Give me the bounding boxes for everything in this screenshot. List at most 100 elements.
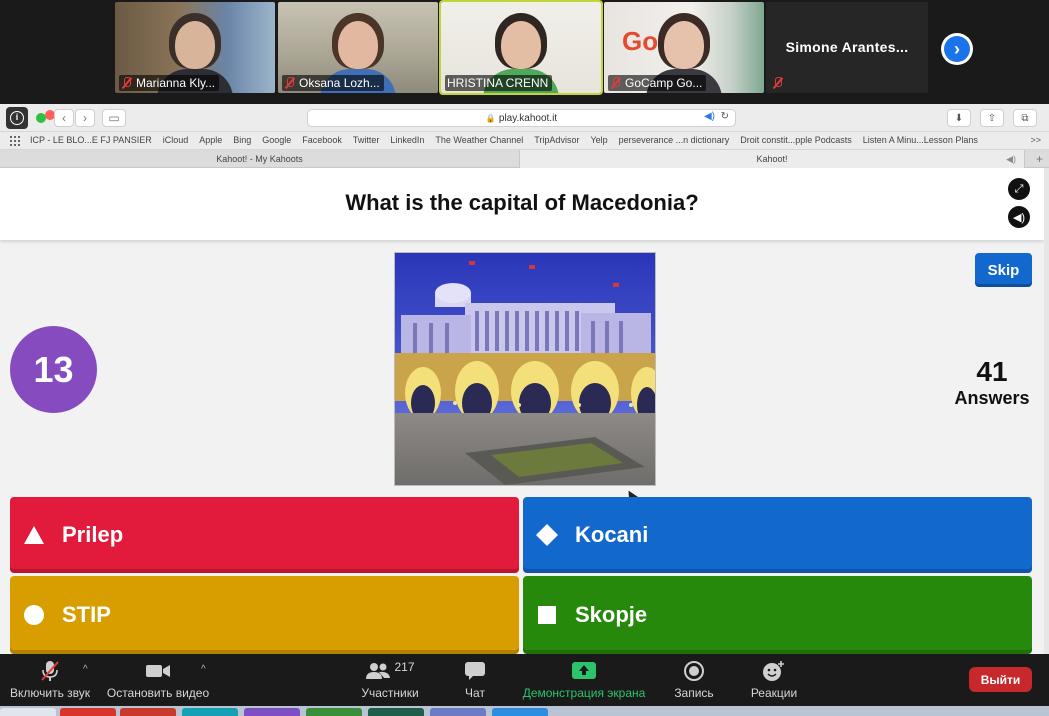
answer-label: Kocani <box>575 522 649 547</box>
answer-option-yellow[interactable]: STIP <box>10 576 519 654</box>
bookmark-item[interactable]: ICP - LE BLO...E FJ PANSIER <box>30 135 152 145</box>
audio-options-caret-icon[interactable]: ^ <box>83 664 88 675</box>
screen: Marianna Kly... Oksana Lozh... HRISTINA … <box>0 0 1049 716</box>
participant-name-tag: Marianna Kly... <box>119 75 220 91</box>
bookmark-item[interactable]: Apple <box>199 135 222 145</box>
sound-button[interactable]: ◀) <box>1008 206 1030 228</box>
apps-grid-icon[interactable] <box>10 136 20 146</box>
reload-icon[interactable]: ↻ <box>721 111 729 122</box>
bookmark-item[interactable]: iCloud <box>163 135 189 145</box>
bookmark-item[interactable]: Listen A Minu...Lesson Plans <box>863 135 978 145</box>
question-image <box>394 252 656 486</box>
answer-label: Prilep <box>62 522 124 547</box>
add-reaction-icon <box>746 660 802 682</box>
chat-button[interactable]: Чат <box>456 660 494 700</box>
square-icon <box>535 603 559 627</box>
video-camera-icon <box>106 660 210 682</box>
participant-tile[interactable]: Marianna Kly... <box>115 2 275 93</box>
share-button[interactable]: ⇧ <box>980 109 1004 127</box>
bookmark-item[interactable]: LinkedIn <box>390 135 424 145</box>
diamond-icon <box>535 523 559 547</box>
record-icon <box>670 660 718 682</box>
question-title: What is the capital of Macedonia? <box>345 190 699 215</box>
participant-tile[interactable]: Oksana Lozh... <box>278 2 438 93</box>
bookmark-item[interactable]: Yelp <box>590 135 607 145</box>
participant-name: HRISTINA CRENN <box>447 76 549 90</box>
participant-tile-no-video[interactable]: Simone Arantes... <box>766 2 928 93</box>
browser-toolbar: i ‹ › ▭ 🔒 play.kahoot.it ◀) ↻ ⬇ ⇧ ⧉ <box>0 104 1049 132</box>
skip-button[interactable]: Skip <box>975 253 1032 287</box>
tab-overview-button[interactable]: ⧉ <box>1013 109 1037 127</box>
reactions-button[interactable]: Реакции <box>746 660 802 700</box>
share-screen-label: Демонстрация экрана <box>522 686 646 700</box>
answer-option-green[interactable]: Skopje <box>523 576 1032 654</box>
muted-mic-icon <box>121 77 133 89</box>
audio-playing-icon[interactable]: ◀) <box>704 111 715 122</box>
bookmark-item[interactable]: TripAdvisor <box>534 135 579 145</box>
taskbar-app[interactable] <box>120 708 176 716</box>
taskbar-app[interactable] <box>182 708 238 716</box>
back-button[interactable]: ‹ <box>54 109 74 127</box>
downloads-button[interactable]: ⬇ <box>947 109 971 127</box>
bookmark-item[interactable]: Droit constit...pple Podcasts <box>740 135 852 145</box>
taskbar-app[interactable] <box>244 708 300 716</box>
record-button[interactable]: Запись <box>670 660 718 700</box>
video-options-caret-icon[interactable]: ^ <box>201 664 206 675</box>
circle-icon <box>22 603 46 627</box>
bookmark-item[interactable]: Google <box>262 135 291 145</box>
share-screen-button[interactable]: Демонстрация экрана <box>520 660 648 700</box>
taskbar-app[interactable] <box>60 708 116 716</box>
muted-microphone-icon <box>8 660 92 682</box>
tab-my-kahoots[interactable]: Kahoot! - My Kahoots <box>0 150 520 168</box>
participant-tile[interactable]: Go GoCamp Go... <box>604 2 764 93</box>
bookmark-item[interactable]: perseverance ...n dictionary <box>619 135 730 145</box>
tab-audio-icon[interactable]: ◀) <box>1006 150 1016 168</box>
forward-button[interactable]: › <box>75 109 95 127</box>
sidebar-toggle-button[interactable]: ▭ <box>102 109 126 127</box>
bookmarks-overflow-button[interactable]: >> <box>1030 135 1041 145</box>
share-screen-icon <box>520 660 648 682</box>
unmute-button[interactable]: Включить звук <box>8 660 92 700</box>
tab-bar: Kahoot! - My Kahoots Kahoot! ◀) + <box>0 150 1049 168</box>
triangle-icon <box>22 523 46 547</box>
tab-label: Kahoot! - My Kahoots <box>216 154 303 164</box>
stop-video-button[interactable]: Остановить видео <box>106 660 210 700</box>
fullscreen-button[interactable]: ⤢ <box>1008 178 1030 200</box>
screen-share-info-button[interactable]: i <box>6 107 28 129</box>
tab-kahoot[interactable]: Kahoot! ◀) <box>520 150 1025 168</box>
chat-label: Чат <box>465 686 485 700</box>
gallery-next-page-button[interactable]: › <box>941 33 973 65</box>
bookmark-item[interactable]: Bing <box>233 135 251 145</box>
participant-tile-active-speaker[interactable]: HRISTINA CRENN <box>439 0 603 95</box>
answer-label: Skopje <box>575 602 648 627</box>
leave-meeting-button[interactable]: Выйти <box>969 667 1032 692</box>
participant-name-tag: HRISTINA CRENN <box>445 75 553 91</box>
bookmark-item[interactable]: The Weather Channel <box>435 135 523 145</box>
answers-count-label: Answers <box>954 388 1030 408</box>
kahoot-question-page: What is the capital of Macedonia? ⤢ ◀) S… <box>0 168 1044 654</box>
participants-count: 217 <box>394 660 415 674</box>
participant-name: Marianna Kly... <box>136 76 216 90</box>
muted-mic-icon <box>610 77 622 89</box>
taskbar-app[interactable] <box>492 708 548 716</box>
answer-label: STIP <box>62 602 111 627</box>
macedonia-museum-picture <box>395 253 655 485</box>
meeting-controls-bar: Включить звук ^ Остановить видео ^ 217 У… <box>0 654 1049 706</box>
question-header: What is the capital of Macedonia? ⤢ ◀) <box>0 168 1044 240</box>
shared-screen-browser: i ‹ › ▭ 🔒 play.kahoot.it ◀) ↻ ⬇ ⇧ ⧉ ICP … <box>0 104 1049 654</box>
taskbar-app[interactable] <box>430 708 486 716</box>
taskbar-app[interactable] <box>0 708 56 716</box>
participant-name-tag: Oksana Lozh... <box>282 75 384 91</box>
answers-count-number: 41 <box>976 356 1008 387</box>
taskbar-app[interactable] <box>368 708 424 716</box>
new-tab-button[interactable]: + <box>1036 150 1043 168</box>
answer-option-blue[interactable]: Kocani <box>523 497 1032 573</box>
bookmark-item[interactable]: Twitter <box>353 135 380 145</box>
page-scrollbar[interactable] <box>1044 168 1049 654</box>
bookmark-item[interactable]: Facebook <box>302 135 342 145</box>
answer-option-red[interactable]: Prilep <box>10 497 519 573</box>
taskbar-app[interactable] <box>306 708 362 716</box>
address-bar[interactable]: 🔒 play.kahoot.it ◀) ↻ <box>307 109 736 127</box>
participants-button[interactable]: 217 Участники <box>358 660 422 700</box>
bookmark-list: ICP - LE BLO...E FJ PANSIER iCloud Apple… <box>30 135 978 145</box>
